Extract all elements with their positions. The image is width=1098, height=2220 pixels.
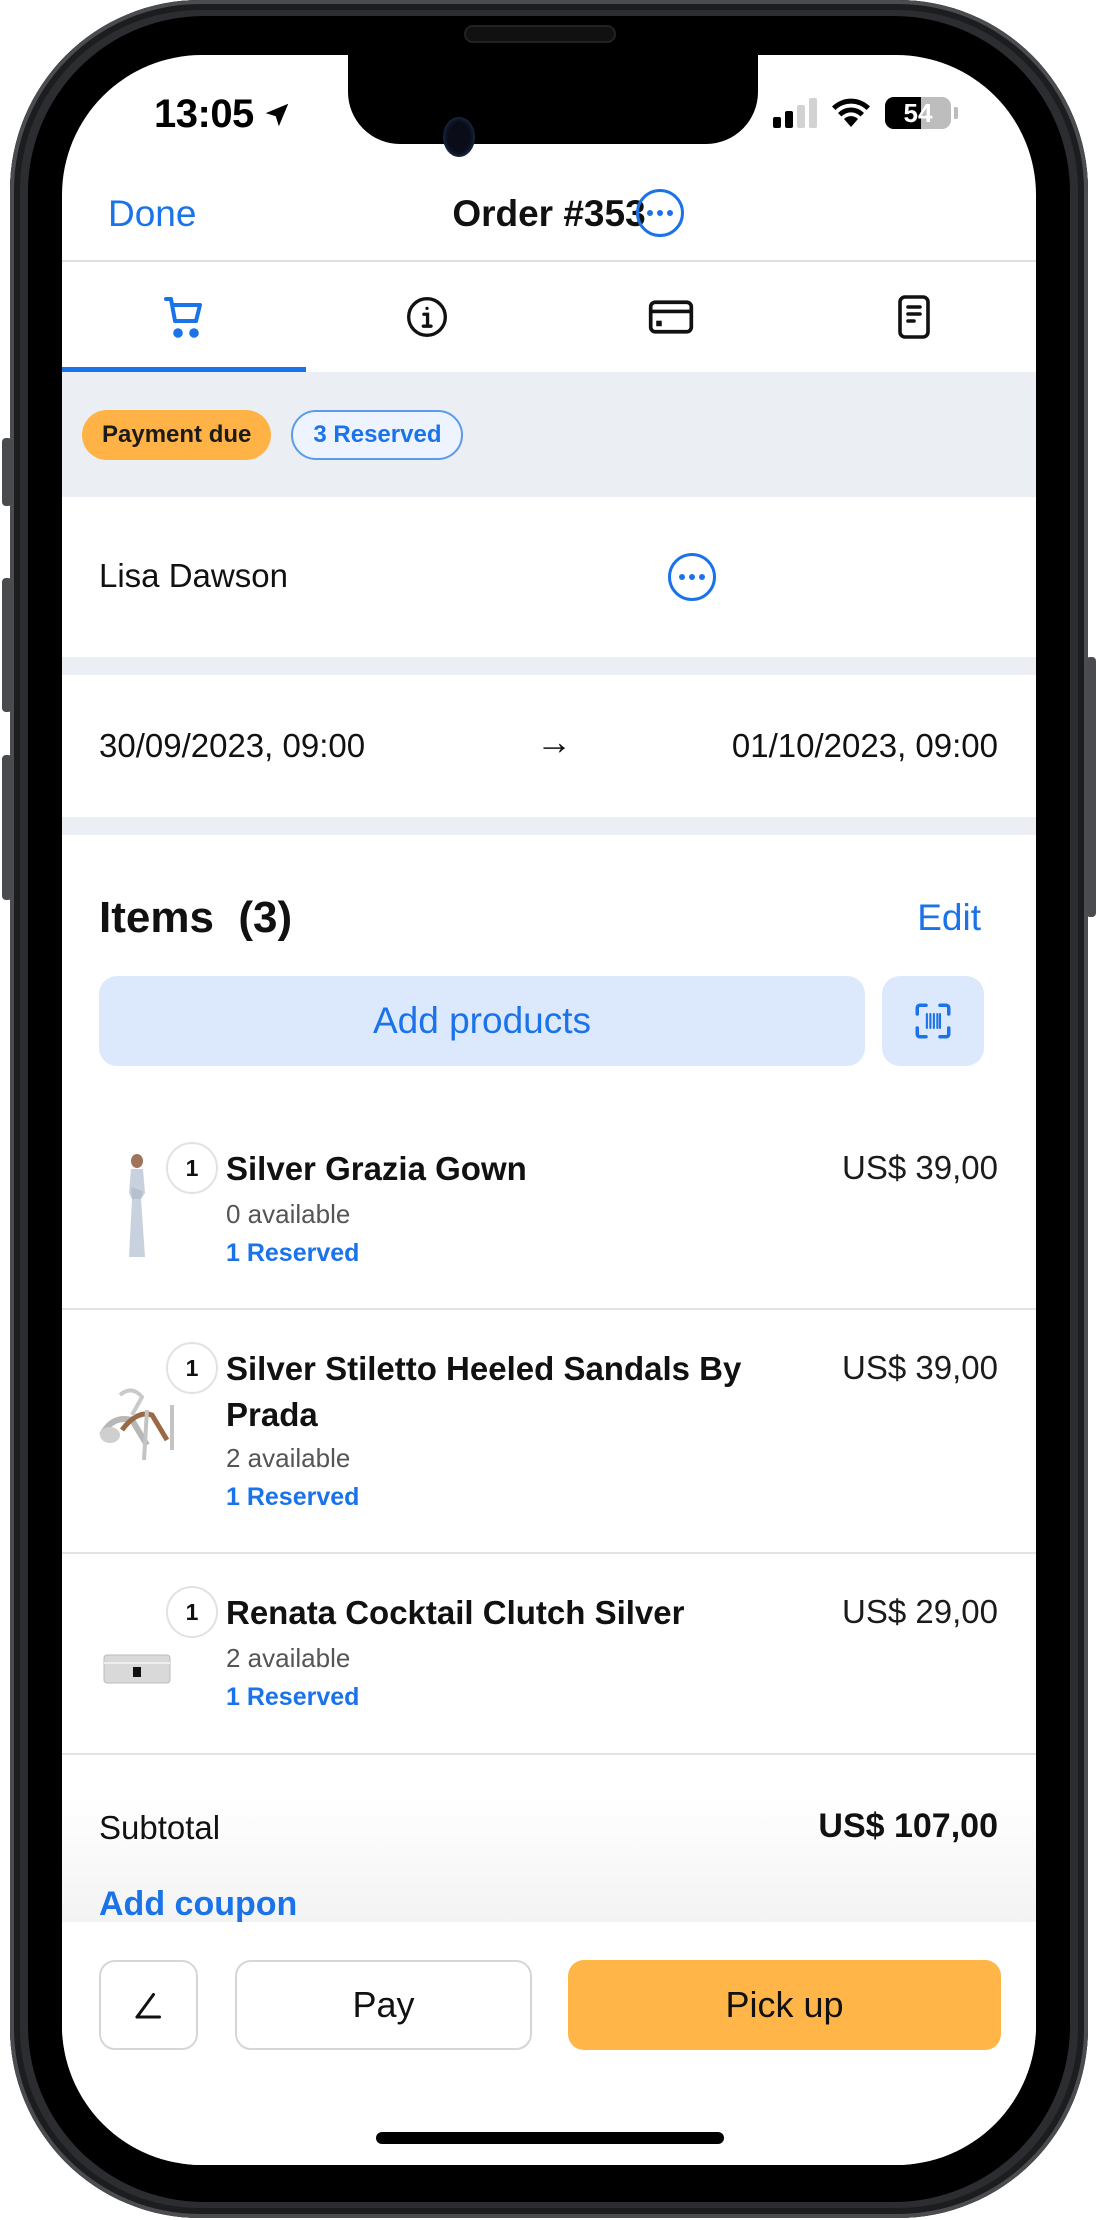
order-item[interactable]: 1 Silver Stiletto Heeled Sandals By Prad… bbox=[62, 1310, 1036, 1554]
item-reserved: 1 Reserved bbox=[226, 1239, 360, 1267]
receipt-icon bbox=[898, 295, 931, 339]
section-divider bbox=[62, 657, 1036, 675]
pay-button[interactable]: Pay bbox=[235, 1960, 532, 2050]
tab-receipt[interactable] bbox=[793, 262, 1037, 372]
volume-up-button bbox=[2, 578, 12, 712]
done-button[interactable]: Done bbox=[108, 193, 196, 235]
item-reserved: 1 Reserved bbox=[226, 1483, 360, 1511]
item-price: US$ 29,00 bbox=[842, 1593, 998, 1630]
earpiece-speaker bbox=[464, 25, 616, 43]
clutch-image bbox=[92, 1649, 182, 1689]
customer-more-button[interactable] bbox=[668, 553, 716, 601]
quantity-badge: 1 bbox=[166, 1142, 218, 1194]
reserved-badge: 3 Reserved bbox=[291, 409, 464, 460]
edit-items-button[interactable]: Edit bbox=[917, 897, 981, 939]
items-heading: Items (3) bbox=[99, 893, 293, 942]
section-divider bbox=[62, 817, 1036, 835]
ellipsis-circle-icon bbox=[679, 574, 685, 580]
order-item[interactable]: 1 Silver Grazia Gown US$ 39,00 0 availab… bbox=[62, 1110, 1036, 1310]
sandals-image bbox=[92, 1370, 182, 1470]
pencil-icon bbox=[135, 1993, 161, 2019]
add-products-button[interactable]: Add products bbox=[99, 976, 865, 1066]
item-price: US$ 39,00 bbox=[842, 1349, 998, 1386]
tab-info[interactable] bbox=[306, 262, 550, 372]
tab-bar bbox=[62, 262, 1036, 372]
subtotal-label: Subtotal bbox=[99, 1809, 221, 1846]
dynamic-notch bbox=[348, 55, 758, 144]
battery-percent: 54 bbox=[903, 97, 933, 128]
barcode-scan-icon bbox=[915, 1003, 951, 1039]
item-availability: 0 available bbox=[226, 1199, 351, 1229]
note-button[interactable] bbox=[99, 1960, 198, 2050]
quantity-badge: 1 bbox=[166, 1586, 218, 1638]
item-name: Renata Cocktail Clutch Silver bbox=[226, 1594, 685, 1631]
add-coupon-link[interactable]: Add coupon bbox=[99, 1885, 297, 1924]
tab-cart[interactable] bbox=[62, 262, 306, 372]
item-availability: 2 available bbox=[226, 1443, 351, 1473]
customer-name: Lisa Dawson bbox=[99, 557, 288, 594]
arrow-right-icon: → bbox=[536, 721, 572, 762]
scan-barcode-button[interactable] bbox=[882, 976, 984, 1066]
volume-down-button bbox=[2, 755, 12, 900]
item-availability: 2 available bbox=[226, 1643, 351, 1673]
rental-period-row[interactable]: 30/09/2023, 09:00 → 01/10/2023, 09:00 bbox=[62, 675, 1036, 817]
end-date: 01/10/2023, 09:00 bbox=[731, 727, 998, 764]
page-title: Order #353 bbox=[452, 193, 646, 234]
status-badges: Payment due 3 Reserved bbox=[62, 372, 1036, 497]
info-icon bbox=[407, 297, 448, 337]
silent-switch bbox=[2, 438, 12, 506]
front-camera bbox=[443, 117, 475, 157]
start-date: 30/09/2023, 09:00 bbox=[99, 727, 366, 764]
order-more-button[interactable] bbox=[636, 189, 684, 237]
wifi-icon bbox=[832, 98, 870, 127]
home-indicator[interactable] bbox=[376, 2132, 724, 2144]
item-price: US$ 39,00 bbox=[842, 1149, 998, 1186]
pick-up-button[interactable]: Pick up bbox=[568, 1960, 1001, 2050]
power-button bbox=[1086, 657, 1096, 917]
battery-indicator: 54 bbox=[885, 97, 958, 129]
status-time-text: 13:05 bbox=[154, 92, 254, 136]
item-name: Silver Grazia Gown bbox=[226, 1150, 527, 1187]
status-indicators: 54 bbox=[773, 97, 958, 129]
tab-payment[interactable] bbox=[549, 262, 793, 372]
item-reserved: 1 Reserved bbox=[226, 1683, 360, 1711]
payment-due-badge: Payment due bbox=[82, 409, 272, 460]
credit-card-icon bbox=[648, 300, 693, 334]
nav-bar: Done Order #353 bbox=[62, 165, 1036, 262]
quantity-badge: 1 bbox=[166, 1342, 218, 1394]
customer-row[interactable]: Lisa Dawson bbox=[62, 497, 1036, 657]
ellipsis-circle-icon bbox=[647, 210, 653, 216]
cellular-signal-icon bbox=[773, 98, 817, 128]
app-screen: 13:05 54 Done Order #353 Payment due 3 R… bbox=[62, 55, 1036, 2165]
order-item[interactable]: 1 Renata Cocktail Clutch Silver US$ 29,0… bbox=[62, 1554, 1036, 1755]
subtotal-value: US$ 107,00 bbox=[818, 1807, 998, 1845]
location-arrow-icon bbox=[265, 103, 289, 126]
item-name: Silver Stiletto Heeled Sandals By Prada bbox=[226, 1350, 742, 1433]
status-time: 13:05 bbox=[154, 92, 292, 137]
cart-icon bbox=[163, 297, 202, 338]
battery-tip bbox=[954, 107, 958, 119]
battery-icon: 54 bbox=[885, 97, 951, 129]
